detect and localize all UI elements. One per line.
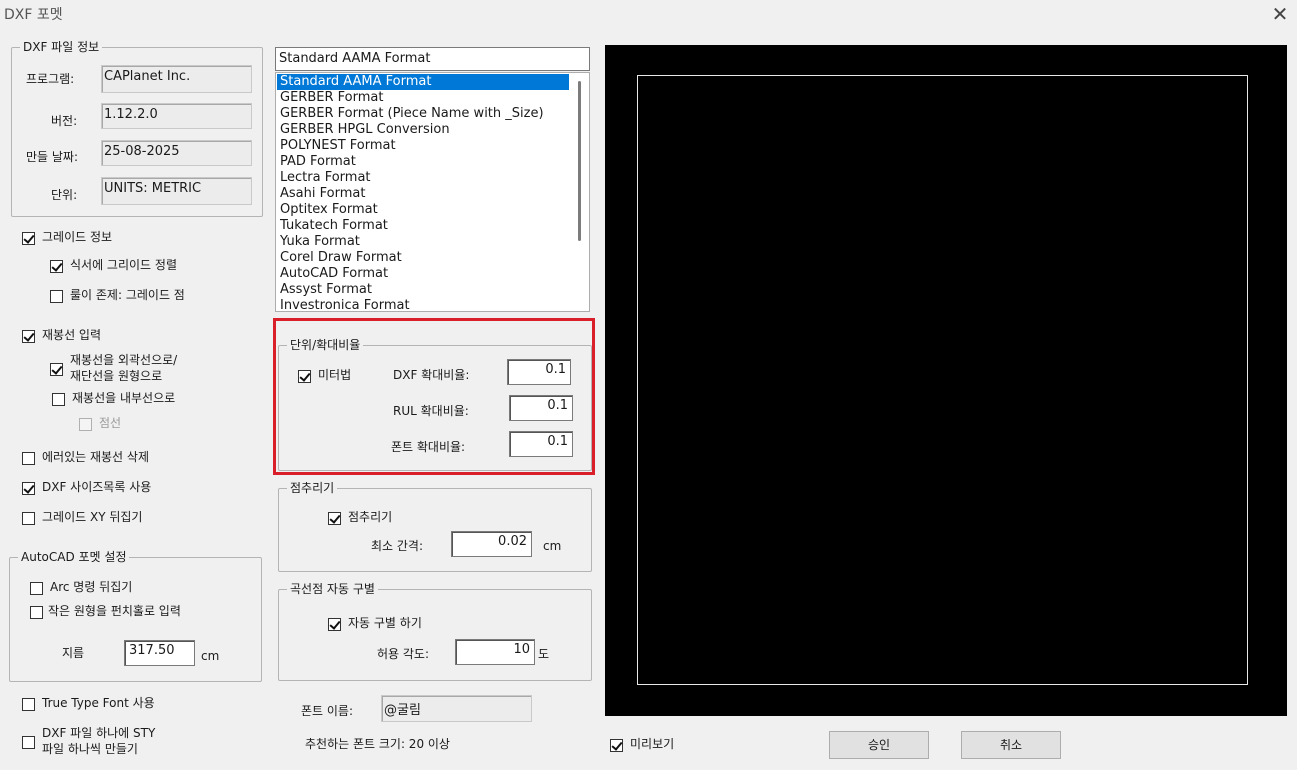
format-list-item[interactable]: AutoCAD Format xyxy=(277,266,569,282)
program-value: CAPlanet Inc. xyxy=(101,65,252,93)
autocad-legend: AutoCAD 포멧 설정 xyxy=(18,549,130,565)
seam-input-checkbox[interactable] xyxy=(22,330,35,343)
date-label: 만들 날짜: xyxy=(26,150,79,164)
angle-input[interactable]: 10 xyxy=(455,639,535,665)
use-truetype-checkbox[interactable] xyxy=(22,698,35,711)
seam-inner-checkbox[interactable] xyxy=(52,393,65,406)
font-name-value: @굴림 xyxy=(381,695,532,722)
diameter-input[interactable]: 317.50 xyxy=(124,640,195,666)
preview-canvas xyxy=(605,45,1287,716)
seam-outer-label-line2: 재단선을 원형으로 xyxy=(70,369,163,383)
program-label: 프로그램: xyxy=(26,72,75,86)
curve-auto-group: 곡선점 자동 구별 xyxy=(278,581,592,681)
seam-input-label: 재봉선 입력 xyxy=(42,328,102,342)
format-list-item[interactable]: Yuka Format xyxy=(277,234,569,250)
use-size-list-label: DXF 사이즈목록 사용 xyxy=(42,480,152,494)
format-list-item[interactable]: Assyst Format xyxy=(277,282,569,298)
arc-flip-label: Arc 명령 뒤집기 xyxy=(50,580,133,594)
version-value: 1.12.2.0 xyxy=(101,103,252,129)
font-name-label: 폰트 이름: xyxy=(301,704,354,718)
format-list-item[interactable]: Corel Draw Format xyxy=(277,250,569,266)
curve-auto-label: 자동 구별 하기 xyxy=(348,616,422,630)
cancel-button[interactable]: 취소 xyxy=(961,731,1061,759)
preview-frame xyxy=(637,75,1248,685)
small-circle-label: 작은 원형을 펀치홀로 입력 xyxy=(48,604,181,618)
angle-unit: 도 xyxy=(538,647,550,661)
format-list-item[interactable]: POLYNEST Format xyxy=(277,138,569,154)
format-list-item[interactable]: Asahi Format xyxy=(277,186,569,202)
seam-inner-label: 재봉선을 내부선으로 xyxy=(72,391,176,405)
format-list-item[interactable]: Standard AAMA Format xyxy=(277,74,569,90)
align-grade-checkbox[interactable] xyxy=(50,260,63,273)
sty-per-file-label-line1: DXF 파일 하나에 STY xyxy=(42,726,156,740)
format-list-item[interactable]: Tukatech Format xyxy=(277,218,569,234)
min-gap-unit: cm xyxy=(543,539,562,553)
preview-checkbox[interactable] xyxy=(610,739,623,752)
flip-grade-xy-checkbox[interactable] xyxy=(22,512,35,525)
format-list-item[interactable]: GERBER Format xyxy=(277,90,569,106)
ok-button[interactable]: 승인 xyxy=(829,731,929,759)
recommended-font-size: 추천하는 폰트 크기: 20 이상 xyxy=(305,737,450,751)
arc-flip-checkbox[interactable] xyxy=(30,582,43,595)
use-size-list-checkbox[interactable] xyxy=(22,482,35,495)
close-icon[interactable]: ✕ xyxy=(1268,2,1292,26)
point-reduction-group: 점추리기 xyxy=(278,480,592,572)
preview-label: 미리보기 xyxy=(630,737,675,751)
diameter-label: 지름 xyxy=(62,646,85,660)
scale-highlight-box xyxy=(273,318,595,475)
min-gap-input[interactable]: 0.02 xyxy=(451,531,532,557)
diameter-unit: cm xyxy=(201,649,220,663)
dotted-label: 점선 xyxy=(99,416,122,430)
angle-label: 허용 각도: xyxy=(377,647,430,661)
seam-outer-label-line1: 재봉선을 외곽선으로/ xyxy=(70,353,178,367)
point-reduction-label: 점추리기 xyxy=(348,510,393,524)
use-truetype-label: True Type Font 사용 xyxy=(42,696,155,710)
unit-value: UNITS: METRIC xyxy=(101,177,252,205)
sty-per-file-checkbox[interactable] xyxy=(22,736,35,749)
flip-grade-xy-label: 그레이드 XY 뒤집기 xyxy=(42,510,143,524)
date-value: 25-08-2025 xyxy=(101,140,252,166)
format-list[interactable]: Standard AAMA Format GERBER Format GERBER … xyxy=(275,72,590,312)
min-gap-label: 최소 간격: xyxy=(371,539,424,553)
small-circle-checkbox[interactable] xyxy=(30,606,43,619)
format-combo[interactable]: Standard AAMA Format xyxy=(275,47,590,71)
grade-info-label: 그레이드 정보 xyxy=(42,230,113,244)
delete-error-seam-label: 에러있는 재봉선 삭제 xyxy=(42,450,149,464)
point-reduction-legend: 점추리기 xyxy=(287,480,338,496)
format-list-item[interactable]: PAD Format xyxy=(277,154,569,170)
format-list-item[interactable]: Investronica Format xyxy=(277,298,569,311)
format-list-scrollbar[interactable] xyxy=(578,81,581,241)
unit-label: 단위: xyxy=(51,188,78,202)
grade-info-checkbox[interactable] xyxy=(22,232,35,245)
format-list-item[interactable]: GERBER Format (Piece Name with _Size) xyxy=(277,106,569,122)
rule-exists-label: 룰이 존제: 그레이드 점 xyxy=(70,288,185,302)
curve-auto-legend: 곡선점 자동 구별 xyxy=(287,581,378,597)
dotted-checkbox[interactable] xyxy=(79,418,92,431)
sty-per-file-label-line2: 파일 하나씩 만들기 xyxy=(42,742,138,756)
file-info-legend: DXF 파일 정보 xyxy=(20,39,103,55)
seam-outer-checkbox[interactable] xyxy=(50,363,63,376)
point-reduction-checkbox[interactable] xyxy=(328,512,341,525)
delete-error-seam-checkbox[interactable] xyxy=(22,452,35,465)
curve-auto-checkbox[interactable] xyxy=(328,618,341,631)
window-title: DXF 포멧 xyxy=(4,7,63,23)
version-label: 버전: xyxy=(51,114,78,128)
format-list-item[interactable]: Optitex Format xyxy=(277,202,569,218)
rule-exists-checkbox[interactable] xyxy=(50,290,63,303)
format-list-item[interactable]: Lectra Format xyxy=(277,170,569,186)
align-grade-label: 식서에 그리이드 정렬 xyxy=(70,258,177,272)
format-list-item[interactable]: GERBER HPGL Conversion xyxy=(277,122,569,138)
